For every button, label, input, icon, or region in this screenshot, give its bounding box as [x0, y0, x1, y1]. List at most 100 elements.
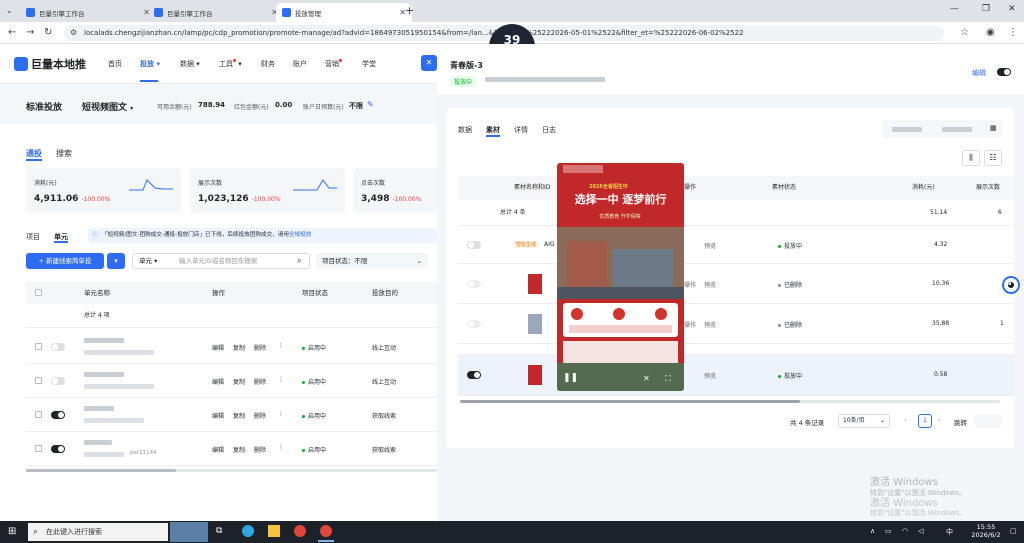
- op-delete[interactable]: 删除: [254, 343, 266, 352]
- row-checkbox[interactable]: [35, 377, 42, 384]
- nav-item-delivery[interactable]: 投放 ▾: [140, 59, 160, 69]
- material-name[interactable]: AIG: [544, 241, 555, 248]
- tab-general[interactable]: 通投: [26, 148, 42, 159]
- op-edit[interactable]: 编辑: [212, 343, 224, 352]
- op-delete[interactable]: 删除: [254, 411, 266, 420]
- more-icon[interactable]: ⋮: [278, 376, 284, 383]
- column-settings-button[interactable]: ⫼: [962, 150, 980, 166]
- close-window-icon[interactable]: ✕: [1008, 4, 1016, 14]
- table-row[interactable]: 预览 投放中 0.58: [458, 354, 1014, 396]
- ime-indicator[interactable]: 中: [946, 527, 953, 537]
- table-row[interactable]: 编辑 复制 删除 ⋮ 启用中 获取线索: [26, 398, 437, 432]
- menu-dots-icon[interactable]: ⋮: [1008, 27, 1018, 38]
- filter-settings-button[interactable]: ☷: [984, 150, 1002, 166]
- search-input[interactable]: 输入单元ID或名称回车搜索: [179, 254, 257, 268]
- taskbar-clock[interactable]: 15:55 2026/6/2: [966, 523, 1006, 539]
- metric-card-impressions[interactable]: 展示次数 1,023,126 -100.00%: [190, 168, 345, 213]
- preview-link[interactable]: 预览: [704, 371, 716, 380]
- chrome-icon[interactable]: [320, 525, 332, 537]
- material-thumbnail[interactable]: [528, 365, 542, 385]
- material-thumbnail[interactable]: [528, 274, 542, 294]
- edit-budget-icon[interactable]: ✎: [367, 100, 374, 109]
- reload-icon[interactable]: ↻: [44, 27, 52, 38]
- app-logo[interactable]: 巨量本地推: [14, 56, 86, 72]
- pause-icon[interactable]: ❚❚: [563, 373, 578, 383]
- taskbar-search[interactable]: ⌕ 在此键入进行搜索: [28, 523, 168, 541]
- close-drawer-button[interactable]: ✕: [421, 55, 437, 71]
- task-view-icon[interactable]: ⧉: [216, 526, 222, 536]
- network-icon[interactable]: ▭: [885, 527, 892, 535]
- maximize-icon[interactable]: ❐: [982, 4, 990, 14]
- notification-icon[interactable]: ▢: [1010, 527, 1017, 535]
- metric-card-clicks[interactable]: 点击次数 3,498 -100.00%: [353, 168, 437, 213]
- row-toggle[interactable]: [51, 343, 65, 351]
- table-row[interactable]: 编辑 复制 删除 ⋮ 启用中 线上互动: [26, 364, 437, 398]
- row-toggle[interactable]: [51, 411, 65, 419]
- op-delete[interactable]: 删除: [254, 377, 266, 386]
- wifi-icon[interactable]: ◠: [902, 527, 908, 535]
- delivery-mode[interactable]: 标准投放: [26, 100, 62, 113]
- browser-tab-2[interactable]: 巨量引擎工作台 ✕: [148, 3, 284, 22]
- row-checkbox[interactable]: [35, 411, 42, 418]
- op-copy[interactable]: 复制: [233, 343, 245, 352]
- op-edit[interactable]: 编辑: [212, 445, 224, 454]
- file-explorer-icon[interactable]: [268, 525, 280, 537]
- nav-item-account[interactable]: 账户: [293, 59, 307, 69]
- search-icon[interactable]: ⌕: [297, 254, 301, 268]
- row-checkbox[interactable]: [35, 445, 42, 452]
- unit-toggle[interactable]: [997, 68, 1011, 76]
- material-thumbnail[interactable]: [528, 314, 542, 334]
- row-toggle[interactable]: [51, 445, 65, 453]
- row-toggle[interactable]: [467, 320, 481, 328]
- horizontal-scrollbar[interactable]: [460, 400, 1000, 403]
- start-icon[interactable]: ⊞: [8, 526, 16, 537]
- nav-item-finance[interactable]: 财务: [261, 59, 275, 69]
- op-delete[interactable]: 删除: [254, 445, 266, 454]
- page-size-select[interactable]: 10条/页 ⌄: [838, 414, 890, 428]
- table-row[interactable]: 智能生成 AIG 预览 投放中 4.32: [458, 226, 1014, 264]
- tab-list-icon[interactable]: ⌄: [6, 6, 13, 15]
- prev-page-icon[interactable]: ‹: [904, 416, 907, 424]
- delivery-type-select[interactable]: 短视频图文 ▾: [82, 100, 133, 113]
- nav-item-data[interactable]: 数据 ▾: [180, 59, 200, 69]
- chrome-icon[interactable]: [294, 525, 306, 537]
- nav-item-learn[interactable]: 学堂: [362, 59, 376, 69]
- row-toggle[interactable]: [467, 371, 481, 379]
- op-edit[interactable]: 编辑: [212, 377, 224, 386]
- assistant-bubble-icon[interactable]: ◕: [1002, 276, 1020, 294]
- mute-icon[interactable]: ✕: [643, 374, 650, 383]
- calendar-icon[interactable]: ▦: [990, 124, 997, 132]
- row-toggle[interactable]: [51, 377, 65, 385]
- row-toggle[interactable]: [467, 280, 481, 288]
- nav-item-tools[interactable]: 工具 ▾: [219, 59, 242, 69]
- unit-name-redacted[interactable]: [84, 338, 124, 343]
- browser-tab-3[interactable]: 投放管理 ✕: [276, 3, 412, 22]
- jump-input[interactable]: [974, 414, 1002, 428]
- site-info-icon[interactable]: ⚙: [70, 28, 77, 37]
- table-row[interactable]: 操作 预览 已删除 10.36: [458, 264, 1014, 304]
- tab-detail[interactable]: 详情: [514, 125, 528, 135]
- tab-log[interactable]: 日志: [542, 125, 556, 135]
- op-copy[interactable]: 复制: [233, 377, 245, 386]
- video-preview-player[interactable]: 2026全省招生中 选择一中 逐梦前行 优质教育 升学保障 ❚❚ ✕ ⛶: [557, 163, 684, 391]
- more-icon[interactable]: ⋮: [278, 342, 284, 349]
- date-range-picker[interactable]: ▦: [882, 120, 1002, 138]
- minimize-icon[interactable]: —: [950, 4, 959, 14]
- next-page-icon[interactable]: ›: [938, 416, 941, 424]
- metric-card-cost[interactable]: 消耗(元) 4,911.06 -100.00%: [26, 168, 181, 213]
- table-row[interactable]: 操作 预览 已删除 35.88 1: [458, 304, 1014, 344]
- edit-link[interactable]: 编辑: [972, 68, 986, 78]
- op-copy[interactable]: 复制: [233, 445, 245, 454]
- select-all-checkbox[interactable]: [35, 289, 42, 296]
- unit-name-redacted[interactable]: [84, 440, 112, 445]
- nav-item-marketing[interactable]: 营销: [325, 59, 342, 69]
- new-tab-icon[interactable]: +: [405, 4, 414, 17]
- op-copy[interactable]: 复制: [233, 411, 245, 420]
- tab-data[interactable]: 数据: [458, 125, 472, 135]
- tab-project[interactable]: 项目: [26, 232, 40, 242]
- unit-name-redacted[interactable]: [84, 406, 114, 411]
- forward-icon[interactable]: →: [26, 27, 34, 38]
- filter-select[interactable]: 单元 ▾: [139, 254, 157, 268]
- page-1-button[interactable]: 1: [918, 414, 932, 428]
- profile-icon[interactable]: ◉: [986, 27, 995, 38]
